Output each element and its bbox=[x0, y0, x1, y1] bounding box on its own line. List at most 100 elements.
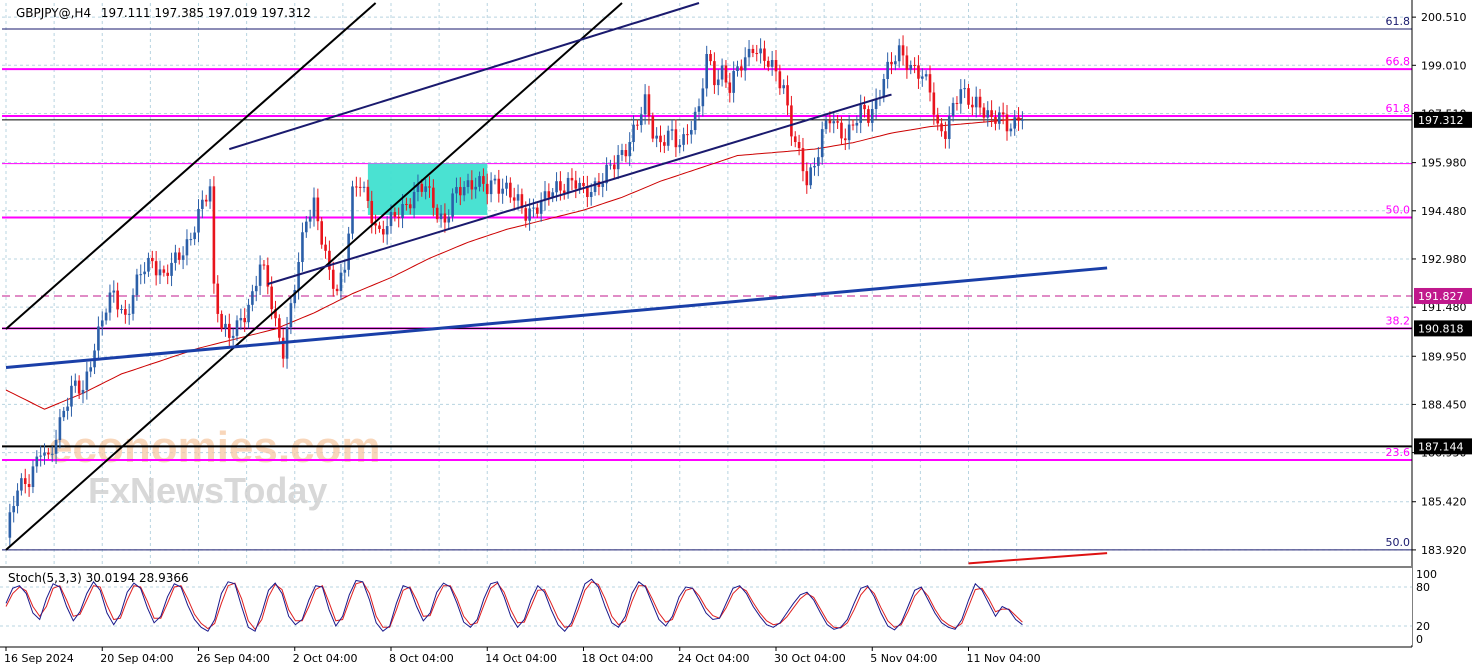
candle-bear bbox=[913, 64, 916, 66]
candle-bear bbox=[663, 142, 666, 146]
candle-bull bbox=[147, 257, 150, 272]
candle-bear bbox=[228, 323, 231, 338]
candle-bear bbox=[1005, 114, 1009, 132]
candle-bull bbox=[312, 197, 316, 217]
candle-bear bbox=[393, 212, 397, 217]
candle-bull bbox=[963, 88, 966, 90]
candle-bull bbox=[855, 122, 859, 126]
candle-bull bbox=[817, 157, 820, 166]
candle-bull bbox=[632, 124, 635, 143]
candle-bear bbox=[316, 197, 320, 222]
level-label: 38.2 bbox=[1386, 314, 1411, 327]
time-tick-label: 8 Oct 04:00 bbox=[389, 652, 454, 665]
candle-bear bbox=[220, 313, 223, 329]
candle-bear bbox=[582, 182, 585, 187]
candle-bear bbox=[262, 264, 266, 266]
candle-bull bbox=[239, 317, 243, 321]
stochastic-pane: 10080 200 bbox=[0, 566, 1437, 646]
candle-bear bbox=[366, 186, 370, 201]
candle-bull bbox=[759, 48, 762, 54]
candle-bear bbox=[994, 116, 997, 124]
candle-bull bbox=[897, 45, 901, 62]
level-label: 50.0 bbox=[1386, 536, 1411, 549]
candle-bull bbox=[1021, 119, 1024, 121]
candle-bear bbox=[955, 102, 959, 104]
candle-bear bbox=[432, 187, 435, 208]
candle-bear bbox=[420, 183, 424, 192]
candle-bear bbox=[485, 183, 489, 195]
candle-bear bbox=[936, 114, 939, 124]
candle-bear bbox=[1017, 117, 1020, 121]
candle-bear bbox=[917, 65, 920, 79]
candle-bull bbox=[43, 452, 46, 456]
candle-bull bbox=[628, 142, 631, 157]
candle-bear bbox=[355, 186, 358, 188]
candle-bear bbox=[177, 252, 181, 260]
price-tick-label: 183.920 bbox=[1421, 544, 1467, 557]
candle-bear bbox=[116, 290, 119, 310]
candle-bull bbox=[235, 320, 239, 336]
level-label: 61.8 bbox=[1386, 15, 1411, 28]
candle-bear bbox=[278, 318, 281, 338]
candle-bull bbox=[813, 165, 816, 168]
candle-bull bbox=[701, 88, 705, 107]
candle-bull bbox=[193, 232, 196, 240]
candle-bull bbox=[474, 186, 477, 190]
candle-bear bbox=[77, 380, 81, 394]
candle-bear bbox=[613, 164, 616, 170]
candle-bear bbox=[940, 123, 943, 132]
candle-bull bbox=[743, 57, 747, 71]
time-tick-label: 14 Oct 04:00 bbox=[485, 652, 557, 665]
candle-bull bbox=[690, 130, 693, 135]
candle-bear bbox=[790, 105, 793, 137]
candle-bull bbox=[362, 186, 366, 188]
trading-chart: economies.com FxNewsToday 61.8 66.8 61.8 50… bbox=[0, 0, 1477, 670]
candle-bull bbox=[139, 274, 143, 276]
candle-bull bbox=[770, 60, 774, 67]
candle-bull bbox=[97, 326, 100, 351]
candle-bear bbox=[851, 124, 855, 126]
candle-bear bbox=[778, 71, 782, 89]
candle-bull bbox=[732, 71, 735, 93]
level-label: 66.8 bbox=[1386, 55, 1411, 68]
time-tick-label: 30 Oct 04:00 bbox=[774, 652, 846, 665]
candle-bull bbox=[127, 313, 131, 315]
time-tick-label: 5 Nov 04:00 bbox=[870, 652, 937, 665]
candle-bear bbox=[23, 478, 27, 485]
candle-bull bbox=[693, 111, 697, 131]
candle-bear bbox=[928, 74, 932, 93]
candle-bear bbox=[844, 138, 847, 141]
symbol-label: GBPJPY@,H4 bbox=[16, 6, 91, 20]
candle-bear bbox=[405, 203, 408, 205]
candle-bear bbox=[624, 150, 628, 157]
candle-bull bbox=[832, 121, 836, 124]
time-tick-label: 24 Oct 04:00 bbox=[678, 652, 750, 665]
candle-bear bbox=[932, 92, 936, 115]
candle-bear bbox=[867, 109, 870, 123]
candle-bull bbox=[343, 269, 347, 273]
candle-bull bbox=[505, 182, 508, 189]
time-tick-label: 26 Sep 04:00 bbox=[197, 652, 270, 665]
candle-bear bbox=[154, 261, 158, 276]
consolidation-box-rect bbox=[367, 163, 488, 215]
candle-bear bbox=[435, 207, 439, 220]
candle-bull bbox=[493, 178, 497, 181]
candle-bull bbox=[643, 94, 647, 115]
candle-bull bbox=[385, 226, 389, 235]
candle-bull bbox=[158, 269, 162, 276]
candle-bull bbox=[466, 180, 470, 188]
candle-bull bbox=[716, 79, 720, 86]
candle-bear bbox=[971, 104, 974, 108]
candle-bull bbox=[289, 303, 293, 328]
candle-bull bbox=[528, 208, 531, 221]
candle-bear bbox=[570, 177, 574, 181]
candle-bull bbox=[820, 129, 824, 158]
candle-bull bbox=[959, 89, 963, 104]
candle-bear bbox=[751, 48, 755, 54]
candle-bull bbox=[609, 164, 612, 166]
candle-bear bbox=[378, 225, 381, 229]
candle-bull bbox=[247, 304, 250, 323]
candle-bull bbox=[655, 135, 658, 139]
candle-bull bbox=[58, 417, 62, 441]
candle-bull bbox=[736, 66, 739, 72]
